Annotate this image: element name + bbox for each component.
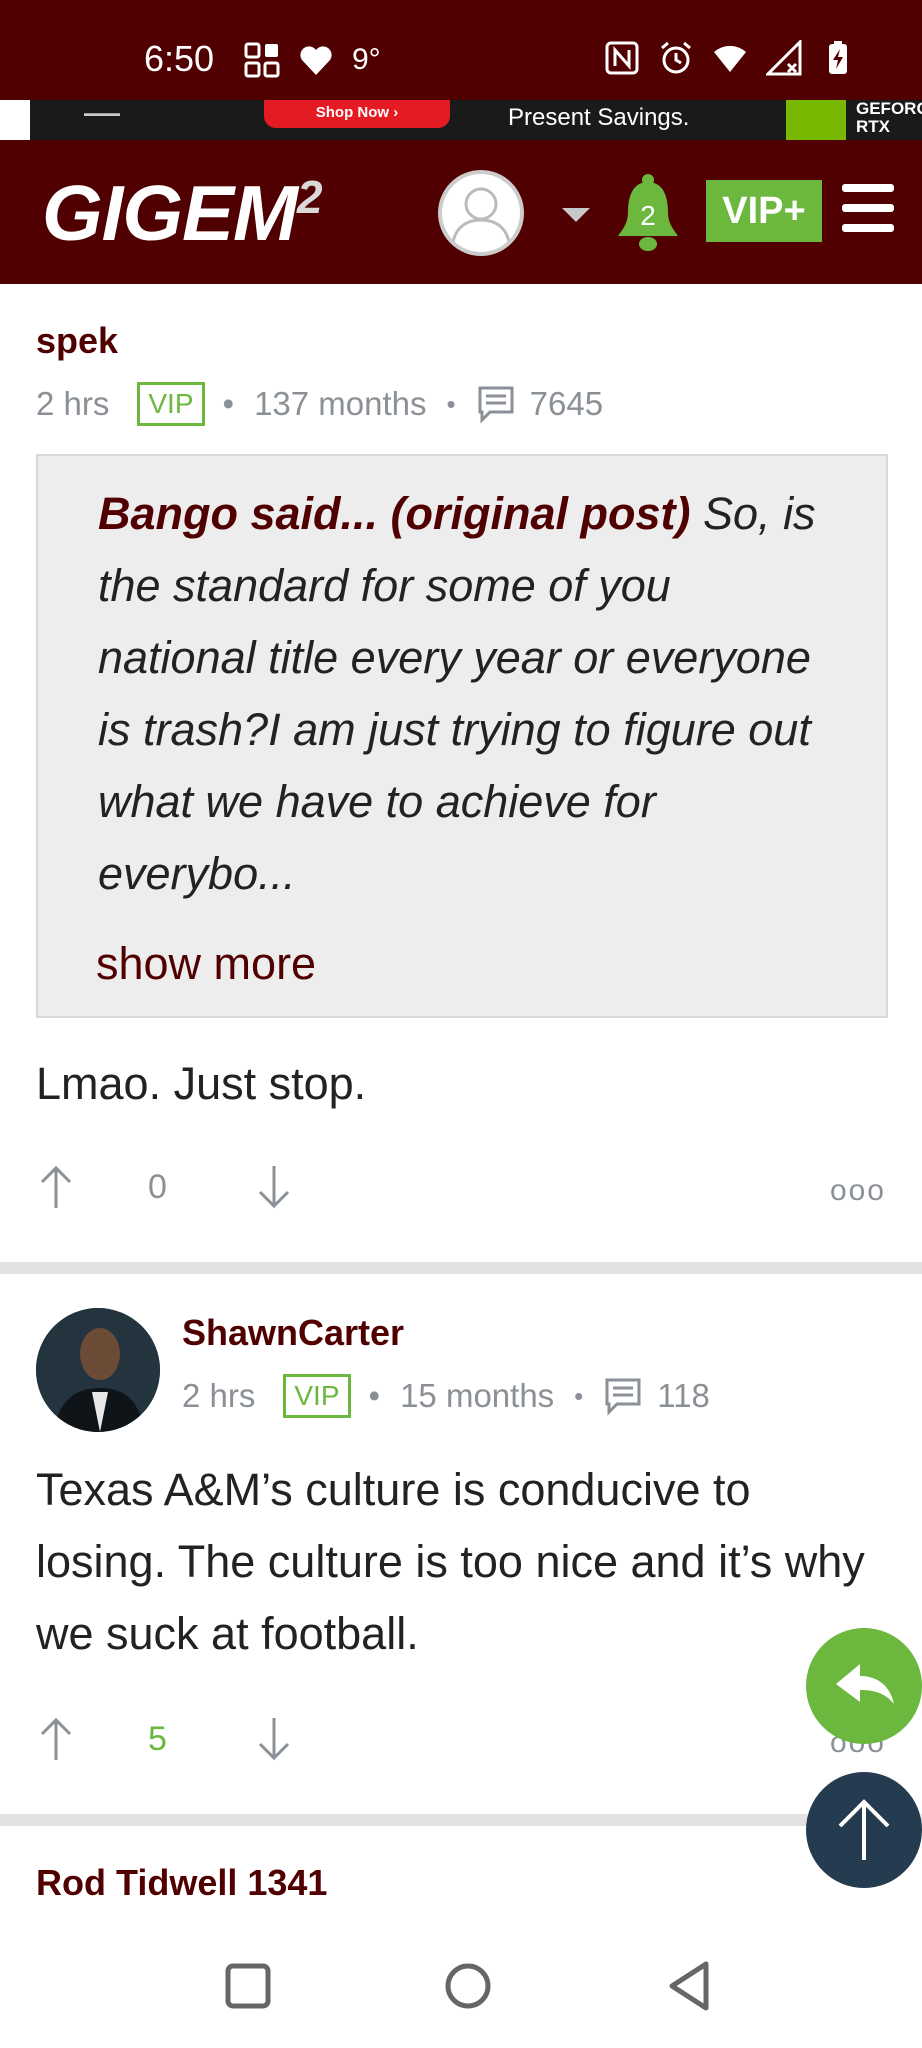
notification-count: 2 [640, 200, 656, 231]
upvote-arrow-icon[interactable] [36, 1162, 76, 1212]
post-author[interactable]: spek [36, 320, 118, 362]
site-logo[interactable]: GIGEM2 [42, 168, 323, 259]
post-meta: 2 hrs VIP • 137 months • 7645 [36, 382, 603, 426]
notifications-button[interactable]: 2 [616, 172, 680, 254]
quote-block: Bango said... (original post) So, is the… [36, 454, 888, 1018]
battery-icon [829, 41, 847, 74]
reply-button[interactable] [806, 1628, 922, 1744]
wifi-icon [714, 45, 746, 72]
post-time: 2 hrs [36, 385, 110, 422]
vote-count: 5 [148, 1720, 167, 1758]
post-time: 2 hrs [182, 1377, 256, 1414]
post-body: Lmao. Just stop. [36, 1058, 367, 1109]
system-nav-bar [0, 1920, 922, 2048]
avatar[interactable] [36, 1308, 160, 1432]
post-body: Texas A&M’s culture is conducive to losi… [36, 1464, 865, 1659]
status-bar: 6:50 9° [0, 0, 922, 100]
alarm-icon [661, 41, 691, 74]
member-tenure: 15 months [400, 1377, 555, 1414]
back-icon[interactable] [660, 1956, 720, 2016]
home-icon[interactable] [438, 1956, 498, 2016]
arrow-up-icon [838, 1799, 890, 1860]
quote-attribution[interactable]: Bango said... (original post) [98, 488, 691, 539]
post-count: 118 [657, 1377, 710, 1414]
user-icon [450, 187, 512, 249]
post-separator [0, 1814, 922, 1826]
upvote-arrow-icon[interactable] [36, 1714, 76, 1764]
member-tenure: 137 months [254, 385, 427, 422]
status-time: 6:50 [144, 38, 215, 79]
site-header: GIGEM2 2 VIP+ [0, 140, 922, 284]
chevron-down-icon[interactable] [562, 208, 590, 222]
ad-brand-text: GEFORCE RTX [856, 99, 922, 136]
comment-icon [478, 386, 514, 424]
signal-icon [766, 40, 802, 76]
profile-avatar-button[interactable] [438, 170, 524, 256]
menu-icon[interactable] [842, 184, 894, 234]
ad-banner[interactable]: ▬▬▬▬ Shop Now › Present Savings. GEFORCE… [0, 100, 922, 140]
status-temperature: 9° [352, 43, 381, 76]
downvote-arrow-icon[interactable] [254, 1162, 294, 1212]
vote-row: 0 ooo [36, 1162, 886, 1222]
quote-text: Bango said... (original post) So, is the… [98, 478, 838, 910]
post-author[interactable]: Rod Tidwell 1341 [36, 1862, 327, 1904]
show-more-link[interactable]: show more [96, 938, 316, 990]
heart-icon [300, 46, 332, 75]
downvote-arrow-icon[interactable] [254, 1714, 294, 1764]
grid-app-icon [244, 42, 280, 78]
ad-shop-now-button[interactable]: Shop Now › [264, 100, 450, 128]
ad-brand-logo [786, 100, 846, 140]
vip-plus-button[interactable]: VIP+ [706, 180, 822, 242]
quote-content: So, is the standard for some of you nati… [98, 488, 816, 899]
more-options-button[interactable]: ooo [830, 1174, 886, 1208]
recent-apps-icon[interactable] [218, 1956, 278, 2016]
post-separator [0, 1262, 922, 1274]
reply-icon [836, 1664, 894, 1704]
ad-logo: ▬▬▬▬ [84, 108, 120, 118]
post-meta: 2 hrs VIP • 15 months • 118 [182, 1374, 710, 1418]
ad-text: Present Savings. [508, 104, 690, 131]
scroll-to-top-button[interactable] [806, 1772, 922, 1888]
vip-badge: VIP [137, 382, 205, 426]
vip-badge: VIP [283, 1374, 351, 1418]
post-count: 7645 [529, 385, 604, 422]
nfc-icon [605, 41, 639, 75]
vote-count: 0 [148, 1168, 167, 1206]
vote-row: 5 ooo [36, 1714, 886, 1774]
post-author[interactable]: ShawnCarter [182, 1312, 404, 1354]
comment-icon [605, 1378, 641, 1416]
